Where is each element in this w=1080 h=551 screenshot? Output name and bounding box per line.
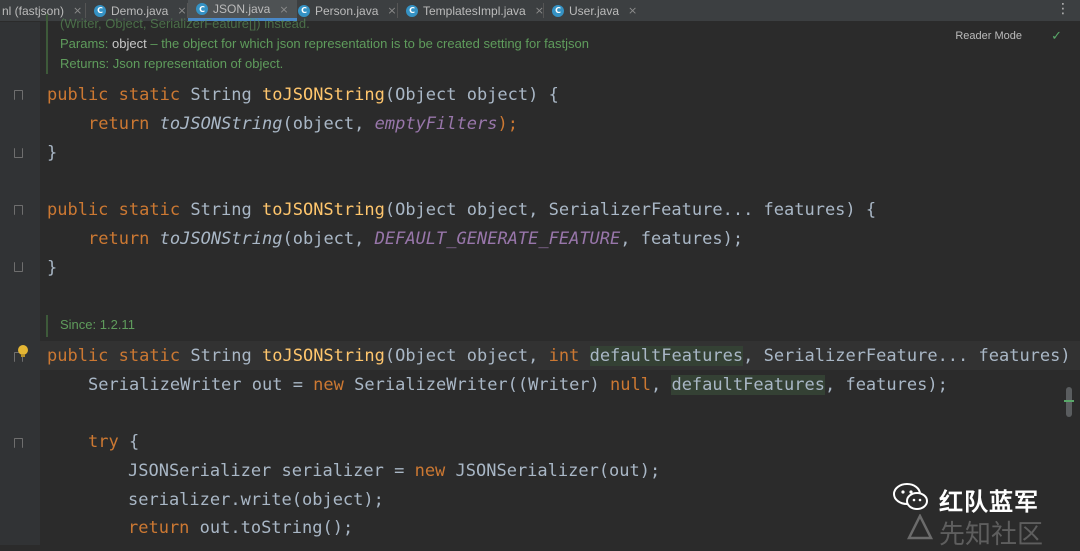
- field-ref: DEFAULT_GENERATE_FEATURE: [374, 229, 621, 249]
- keyword: return: [88, 229, 150, 249]
- code-line-7: public static String toJSONString(Object…: [47, 342, 1080, 371]
- doc-returns: Returns: Json representation of object.: [60, 56, 284, 71]
- keyword: static: [118, 200, 181, 220]
- code-text: (Object object,: [384, 346, 549, 366]
- params-name: object: [112, 36, 147, 51]
- keyword: static: [118, 346, 181, 366]
- code-text: {: [118, 432, 140, 452]
- watermark-subtitle: 先知社区: [939, 520, 1044, 550]
- doc-since: Since: 1.2.11: [60, 317, 135, 332]
- check-icon: ✓: [1051, 29, 1062, 44]
- fold-close-icon[interactable]: [14, 148, 23, 158]
- field-ref: emptyFilters: [374, 114, 498, 134]
- method-call: toJSONString: [159, 229, 283, 249]
- watermark: 红队蓝军 先知社区: [893, 474, 1078, 550]
- code-text: );: [497, 114, 518, 134]
- code-line-8: SerializeWriter out = new SerializeWrite…: [88, 371, 948, 400]
- keyword: null: [610, 375, 651, 395]
- code-text: (object,: [282, 114, 375, 134]
- code-text: , features);: [824, 375, 948, 395]
- params-text: – the object for which json representati…: [146, 36, 589, 51]
- keyword: new: [313, 375, 344, 395]
- code-text: JSONSerializer(out);: [445, 461, 661, 481]
- fold-close-icon[interactable]: [14, 262, 23, 272]
- method-name: toJSONString: [262, 200, 385, 220]
- code-text: (object,: [282, 229, 375, 249]
- lightbulb-icon[interactable]: [18, 345, 28, 357]
- code-text: , features);: [620, 229, 744, 249]
- code-editor[interactable]: (Writer, Object, SerializerFeature[]) in…: [0, 14, 1080, 545]
- type: String: [190, 346, 252, 366]
- keyword: public: [47, 346, 109, 366]
- code-text: , SerializerFeature... features) {: [743, 346, 1080, 366]
- code-line-9: try {: [88, 428, 139, 457]
- keyword: return: [88, 114, 150, 134]
- fold-open-icon[interactable]: [14, 438, 23, 448]
- keyword: return: [128, 518, 190, 538]
- code-line-5: return toJSONString(object, DEFAULT_GENE…: [88, 225, 743, 254]
- code-text: JSONSerializer serializer =: [128, 461, 415, 481]
- keyword: static: [118, 85, 181, 105]
- keyword: public: [47, 85, 109, 105]
- code-text: SerializeWriter((Writer): [354, 375, 611, 395]
- more-tabs-icon[interactable]: ⋮: [1056, 1, 1070, 17]
- doc-clipped-line: (Writer, Object, SerializerFeature[]) in…: [60, 16, 310, 31]
- highlighted-usage: defaultFeatures: [589, 346, 744, 366]
- javadoc-rendered: (Writer, Object, SerializerFeature[]) in…: [46, 14, 589, 74]
- keyword: new: [414, 461, 446, 481]
- watermark-title: 红队蓝军: [939, 488, 1039, 516]
- code-line-11: serializer.write(object);: [128, 490, 384, 510]
- code-text: (Object object, SerializerFeature... fea…: [384, 200, 877, 220]
- method-name: toJSONString: [262, 346, 385, 366]
- type: String: [190, 85, 252, 105]
- keyword: int: [548, 346, 580, 366]
- code-text: out.toString();: [189, 518, 354, 538]
- type: String: [190, 200, 252, 220]
- xianzhi-logo-icon: [906, 514, 934, 540]
- code-line-3: }: [47, 143, 58, 163]
- params-label: Params:: [60, 36, 109, 51]
- doc-params: Params: object – the object for which js…: [60, 34, 589, 54]
- reader-mode-button[interactable]: Reader Mode: [955, 30, 1022, 42]
- code-text: SerializeWriter out =: [88, 375, 314, 395]
- code-line-10: JSONSerializer serializer = new JSONSeri…: [128, 457, 660, 486]
- fold-open-icon[interactable]: [14, 90, 23, 100]
- method-call: toJSONString: [159, 114, 283, 134]
- code-line-12: return out.toString();: [128, 514, 353, 543]
- highlighted-usage: defaultFeatures: [671, 375, 825, 395]
- javadoc-since: Since: 1.2.11: [46, 315, 135, 337]
- code-line-2: return toJSONString(object, emptyFilters…: [88, 110, 518, 139]
- scrollbar-thumb[interactable]: [1066, 387, 1072, 417]
- keyword: public: [47, 200, 109, 220]
- fold-open-icon[interactable]: [14, 205, 23, 215]
- scroll-marker: [1064, 400, 1074, 402]
- code-text: (Object object) {: [384, 85, 559, 105]
- code-text: ,: [650, 375, 672, 395]
- keyword: try: [88, 432, 119, 452]
- code-line-6: }: [47, 258, 58, 278]
- close-icon[interactable]: ×: [628, 4, 637, 17]
- code-line-4: public static String toJSONString(Object…: [47, 196, 876, 225]
- editor-gutter: [0, 22, 40, 545]
- method-name: toJSONString: [262, 85, 385, 105]
- wechat-icon: [893, 483, 928, 510]
- code-line-1: public static String toJSONString(Object…: [47, 81, 559, 110]
